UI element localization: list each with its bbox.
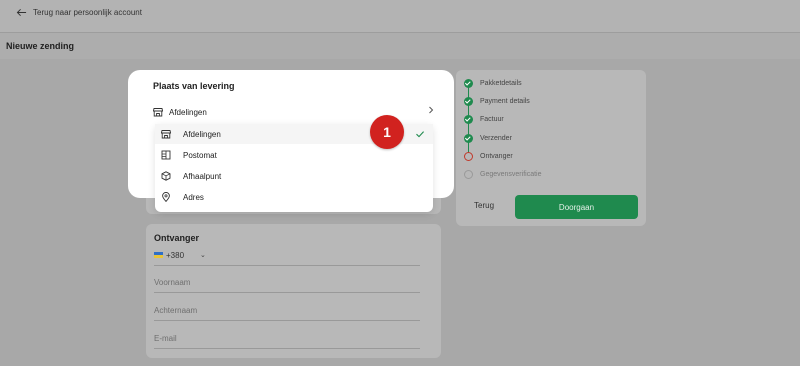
option-label: Adres — [183, 192, 204, 202]
step-label: Gegevensverificatie — [480, 170, 542, 178]
phone-country-code: +380 — [166, 251, 185, 260]
option-label: Postomat — [183, 150, 217, 160]
step-gegevensverificatie: Gegevensverificatie — [464, 168, 541, 180]
store-icon — [161, 130, 171, 139]
delivery-place-title: Plaats van levering — [153, 81, 235, 91]
recipient-title: Ontvanger — [154, 233, 200, 243]
step-verzender: Verzender — [464, 132, 512, 144]
step-ontvanger: Ontvanger — [464, 150, 513, 162]
box-icon — [161, 171, 171, 181]
phone-input[interactable]: +380 ⌄ — [154, 251, 420, 266]
step-factuur: Factuur — [464, 113, 504, 125]
progress-steps-card: Pakketdetails Payment details Factuur Ve… — [456, 70, 646, 226]
chevron-right-icon — [429, 106, 434, 114]
last-name-field[interactable]: Achternaam — [154, 306, 420, 321]
first-name-field[interactable]: Voornaam — [154, 278, 420, 293]
title-bar: Nieuwe zending — [0, 33, 800, 59]
step-label: Factuur — [480, 115, 504, 123]
step-label: Verzender — [480, 134, 512, 142]
delivery-place-popup: Plaats van levering Afdelingen Afdelinge… — [128, 70, 454, 212]
option-label: Afdelingen — [183, 129, 221, 139]
ukraine-flag-icon — [154, 252, 163, 258]
step-label: Payment details — [480, 97, 530, 105]
step-label: Pakketdetails — [480, 79, 522, 87]
check-circle-icon — [464, 114, 473, 124]
delivery-place-selected: Afdelingen — [169, 107, 207, 117]
option-label: Afhaalpunt — [183, 171, 222, 181]
store-icon — [153, 108, 163, 117]
back-to-account-link[interactable]: Terug naar persoonlijk account — [16, 7, 142, 18]
continue-button[interactable]: Doorgaan — [515, 195, 638, 219]
current-step-icon — [464, 151, 473, 161]
top-bar: Terug naar persoonlijk account — [0, 0, 800, 33]
step-label: Ontvanger — [480, 152, 513, 160]
step-payment-details: Payment details — [464, 95, 530, 107]
back-link-label: Terug naar persoonlijk account — [33, 8, 142, 17]
option-adres[interactable]: Adres — [155, 187, 433, 207]
checkmark-icon — [416, 131, 425, 138]
pending-step-icon — [464, 169, 473, 179]
locker-icon — [161, 150, 171, 160]
check-circle-icon — [464, 78, 473, 88]
check-circle-icon — [464, 133, 473, 143]
arrow-left-icon — [16, 8, 27, 17]
option-afhaalpunt[interactable]: Afhaalpunt — [155, 166, 433, 186]
location-pin-icon — [162, 192, 170, 202]
annotation-badge: 1 — [370, 115, 404, 149]
step-pakketdetails: Pakketdetails — [464, 77, 522, 89]
recipient-card: Ontvanger +380 ⌄ Voornaam Achternaam E-m… — [146, 224, 441, 358]
check-circle-icon — [464, 96, 473, 106]
page-title: Nieuwe zending — [6, 41, 75, 51]
back-button[interactable]: Terug — [474, 201, 494, 210]
chevron-down-icon[interactable]: ⌄ — [200, 251, 206, 259]
email-field[interactable]: E-mail — [154, 334, 420, 349]
